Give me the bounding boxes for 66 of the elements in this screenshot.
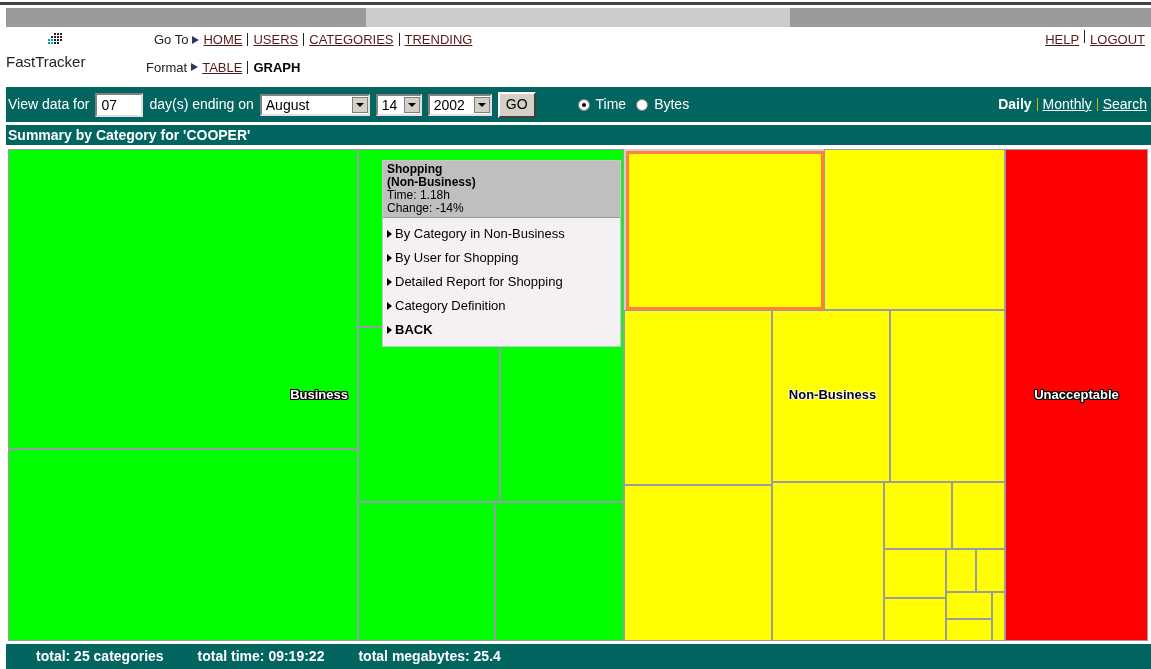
account-link[interactable]: LOGOUT bbox=[1090, 30, 1145, 50]
radio-label: Bytes bbox=[654, 95, 690, 114]
treemap-tile[interactable] bbox=[358, 327, 500, 502]
dropdown[interactable]: 14 bbox=[375, 93, 422, 116]
radio-button[interactable] bbox=[636, 98, 649, 111]
popup-title: Shopping bbox=[387, 163, 444, 176]
popup-menu-item[interactable]: By Category in Non-Business bbox=[383, 222, 620, 246]
treemap-tile[interactable] bbox=[976, 549, 1005, 592]
format-link[interactable]: TABLE bbox=[202, 57, 243, 77]
treemap-tile[interactable] bbox=[992, 592, 1005, 641]
treemap-tile[interactable] bbox=[946, 592, 992, 619]
treemap-tile[interactable] bbox=[626, 151, 824, 310]
radio-label: Time bbox=[595, 95, 627, 114]
treemap-tile[interactable] bbox=[495, 502, 624, 641]
radio-button[interactable] bbox=[577, 98, 590, 111]
popup-subtitle: (Non-Business) bbox=[387, 176, 477, 189]
treemap-tile[interactable] bbox=[890, 310, 1005, 482]
popup-menu-item[interactable]: BACK bbox=[383, 318, 620, 342]
period-link[interactable]: Daily bbox=[998, 94, 1032, 115]
popup-menu-item[interactable]: Detailed Report for Shopping bbox=[383, 270, 620, 294]
days-field[interactable]: 07 bbox=[95, 92, 144, 117]
period-link[interactable]: Search bbox=[1102, 94, 1147, 115]
summary-title: Summary by Category for 'COOPER' bbox=[8, 125, 251, 145]
treemap-tile[interactable] bbox=[8, 449, 358, 641]
format-label: Format bbox=[146, 58, 188, 77]
treemap-tile[interactable] bbox=[946, 549, 976, 592]
format-link[interactable]: GRAPH bbox=[253, 57, 301, 77]
footer-stat: total time: 09:19:22 bbox=[197, 647, 325, 666]
treemap-tile[interactable] bbox=[358, 502, 495, 641]
popup-change: Change: -14% bbox=[387, 202, 465, 215]
group-label: Business bbox=[290, 386, 348, 405]
treemap-tile[interactable] bbox=[884, 598, 946, 641]
goto-label: Go To bbox=[154, 31, 189, 49]
dropdown[interactable]: August bbox=[259, 93, 370, 116]
account-link[interactable]: HELP bbox=[1045, 30, 1080, 50]
go-button[interactable]: GO bbox=[497, 91, 536, 118]
footer-stat: total megabytes: 25.4 bbox=[358, 647, 501, 666]
treemap-tile[interactable] bbox=[624, 485, 772, 641]
popup-menu-item[interactable]: Category Definition bbox=[383, 294, 620, 318]
filter-label: View data for bbox=[8, 95, 90, 114]
popup-time: Time: 1.18h bbox=[387, 189, 450, 202]
arrow-icon bbox=[191, 63, 199, 72]
nav-link[interactable]: HOME bbox=[203, 30, 243, 50]
nav-link[interactable]: TRENDING bbox=[404, 30, 473, 50]
treemap-tile[interactable] bbox=[8, 149, 358, 449]
group-label: Non-Business bbox=[788, 386, 877, 405]
treemap-tile[interactable] bbox=[952, 482, 1005, 549]
treemap-tile[interactable] bbox=[884, 482, 952, 549]
treemap-tile[interactable] bbox=[884, 549, 946, 598]
footer-stat: total: 25 categories bbox=[36, 647, 164, 666]
nav-link[interactable]: CATEGORIES bbox=[309, 30, 394, 50]
treemap-tile[interactable] bbox=[1005, 149, 1148, 641]
logo-icon bbox=[48, 33, 62, 47]
treemap-tile[interactable] bbox=[772, 310, 890, 482]
treemap-tile[interactable] bbox=[772, 482, 884, 641]
arrow-icon bbox=[192, 35, 200, 44]
treemap-tile[interactable] bbox=[824, 149, 1005, 310]
period-link[interactable]: Monthly bbox=[1042, 94, 1092, 115]
filter-label: day(s) ending on bbox=[149, 95, 254, 114]
treemap-tile[interactable] bbox=[946, 619, 992, 641]
nav-link[interactable]: USERS bbox=[253, 30, 299, 50]
popup-menu-item[interactable]: By User for Shopping bbox=[383, 246, 620, 270]
group-label: Unacceptable bbox=[1034, 386, 1119, 405]
logo-text: FastTracker bbox=[6, 52, 86, 72]
treemap-tile[interactable] bbox=[624, 310, 772, 485]
dropdown[interactable]: 2002 bbox=[427, 93, 492, 116]
